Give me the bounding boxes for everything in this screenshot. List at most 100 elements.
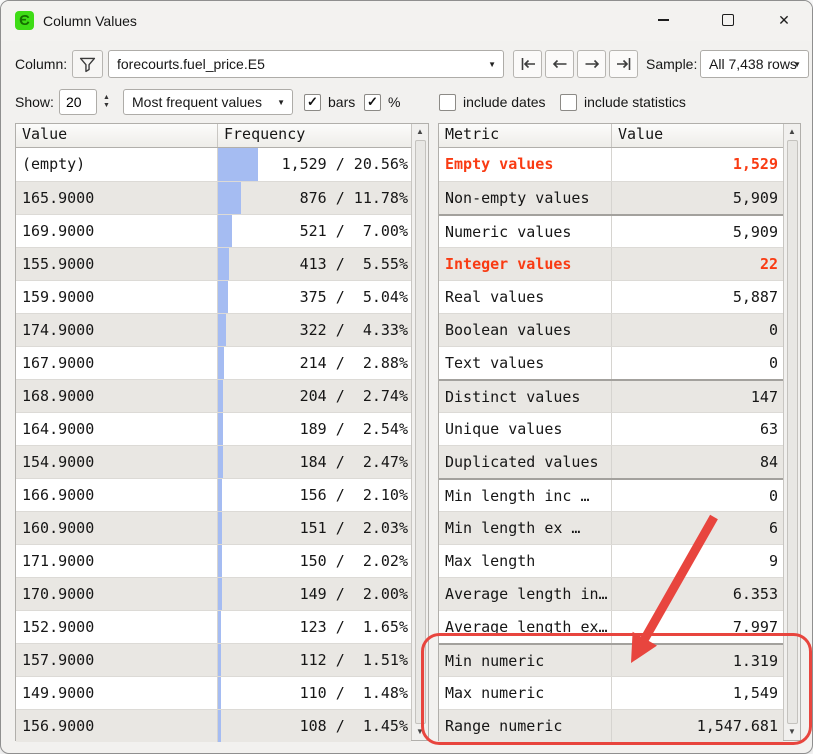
frequency-bar xyxy=(218,710,221,742)
chevron-down-icon: ▼ xyxy=(793,60,801,69)
stats-row[interactable]: Min length inc …0 xyxy=(439,478,783,511)
frequency-bar xyxy=(218,413,223,445)
stats-row[interactable]: Distinct values147 xyxy=(439,379,783,412)
values-scrollbar[interactable]: ▲ ▼ xyxy=(411,124,428,740)
metric-value-column-header[interactable]: Value xyxy=(612,124,663,147)
column-values-dialog: Є Column Values ✕ Column: forecourts.fue… xyxy=(0,0,813,754)
previous-column-button[interactable] xyxy=(545,50,574,78)
value-cell: 156.9000 xyxy=(16,710,218,742)
value-cell: 166.9000 xyxy=(16,479,218,511)
stats-row[interactable]: Max numeric1,549 xyxy=(439,676,783,709)
checkbox-box[interactable] xyxy=(439,94,456,111)
stats-row[interactable]: Min numeric1.319 xyxy=(439,643,783,676)
table-row[interactable]: 157.9000 112 / 1.51% xyxy=(16,643,411,676)
stats-row[interactable]: Numeric values5,909 xyxy=(439,214,783,247)
first-column-button[interactable] xyxy=(513,50,542,78)
stepper-down-icon[interactable]: ▼ xyxy=(100,102,113,110)
stats-row[interactable]: Empty values1,529 xyxy=(439,148,783,181)
checkbox-%[interactable]: ✓% xyxy=(364,88,400,116)
table-row[interactable]: 149.9000 110 / 1.48% xyxy=(16,676,411,709)
metric-cell: Duplicated values xyxy=(439,446,612,478)
column-select[interactable]: forecourts.fuel_price.E5 ▼ xyxy=(108,50,504,78)
show-count-input[interactable] xyxy=(59,89,97,115)
checkbox-box[interactable] xyxy=(560,94,577,111)
metric-cell: Real values xyxy=(439,281,612,313)
value-cell: 165.9000 xyxy=(16,182,218,214)
table-row[interactable]: 169.9000 521 / 7.00% xyxy=(16,214,411,247)
scroll-up-icon[interactable]: ▲ xyxy=(788,127,796,137)
stats-row[interactable]: Real values5,887 xyxy=(439,280,783,313)
value-cell: 152.9000 xyxy=(16,611,218,643)
value-column-header[interactable]: Value xyxy=(16,124,218,147)
stats-row[interactable]: Min length ex …6 xyxy=(439,511,783,544)
frequency-column-header[interactable]: Frequency xyxy=(218,124,305,147)
stats-row[interactable]: Unique values63 xyxy=(439,412,783,445)
table-row[interactable]: 159.9000 375 / 5.04% xyxy=(16,280,411,313)
frequency-bar xyxy=(218,578,222,610)
frequency-bar xyxy=(218,182,241,214)
frequency-cell: 413 / 5.55% xyxy=(218,248,411,280)
app-logo-icon: Є xyxy=(15,11,34,30)
checkbox-box[interactable]: ✓ xyxy=(364,94,381,111)
stats-row[interactable]: Text values0 xyxy=(439,346,783,379)
table-row[interactable]: 166.9000 156 / 2.10% xyxy=(16,478,411,511)
stats-row[interactable]: Non-empty values5,909 xyxy=(439,181,783,214)
scroll-down-icon[interactable]: ▼ xyxy=(788,727,796,737)
table-row[interactable]: 164.9000 189 / 2.54% xyxy=(16,412,411,445)
frequency-text: 184 / 2.47% xyxy=(282,453,408,471)
stats-row[interactable]: Boolean values0 xyxy=(439,313,783,346)
metric-value-cell: 0 xyxy=(612,347,783,379)
mode-select[interactable]: Most frequent values ▼ xyxy=(123,89,293,115)
frequency-text: 156 / 2.10% xyxy=(282,486,408,504)
table-row[interactable]: 170.9000 149 / 2.00% xyxy=(16,577,411,610)
table-row[interactable]: 154.9000 184 / 2.47% xyxy=(16,445,411,478)
value-cell: 174.9000 xyxy=(16,314,218,346)
minimize-icon xyxy=(658,19,669,20)
scrollbar-thumb[interactable] xyxy=(787,140,798,724)
stats-row[interactable]: Duplicated values84 xyxy=(439,445,783,478)
table-row[interactable]: 171.9000 150 / 2.02% xyxy=(16,544,411,577)
table-row[interactable]: 152.9000 123 / 1.65% xyxy=(16,610,411,643)
table-row[interactable]: 155.9000 413 / 5.55% xyxy=(16,247,411,280)
stats-row[interactable]: Integer values22 xyxy=(439,247,783,280)
stats-row[interactable]: Average length in…6.353 xyxy=(439,577,783,610)
last-arrow-icon xyxy=(614,56,634,72)
stepper-up-icon[interactable]: ▲ xyxy=(100,94,113,102)
stats-row[interactable]: Range numeric1,547.681 xyxy=(439,709,783,742)
scrollbar-thumb[interactable] xyxy=(415,140,426,724)
last-column-button[interactable] xyxy=(609,50,638,78)
frequency-bar xyxy=(218,215,232,247)
frequency-cell: 1,529 / 20.56% xyxy=(218,148,411,181)
title-bar[interactable]: Є Column Values ✕ xyxy=(1,1,812,41)
scroll-up-icon[interactable]: ▲ xyxy=(416,127,424,137)
metric-value-cell: 0 xyxy=(612,314,783,346)
metric-value-cell: 1,547.681 xyxy=(612,710,783,742)
table-row[interactable]: 160.9000 151 / 2.03% xyxy=(16,511,411,544)
metric-cell: Unique values xyxy=(439,413,612,445)
checkbox-box[interactable]: ✓ xyxy=(304,94,321,111)
sample-select[interactable]: All 7,438 rows ▼ xyxy=(700,50,809,78)
metric-value-cell: 1,549 xyxy=(612,677,783,709)
table-row[interactable]: 167.9000 214 / 2.88% xyxy=(16,346,411,379)
stats-row[interactable]: Max length9 xyxy=(439,544,783,577)
frequency-bar xyxy=(218,446,223,478)
frequency-bar xyxy=(218,314,226,346)
table-row[interactable]: (empty)1,529 / 20.56% xyxy=(16,148,411,181)
checkbox-include-statistics[interactable]: include statistics xyxy=(560,88,686,116)
minimize-button[interactable] xyxy=(640,1,686,39)
stats-row[interactable]: Average length ex…7.997 xyxy=(439,610,783,643)
table-row[interactable]: 165.9000 876 / 11.78% xyxy=(16,181,411,214)
maximize-button[interactable] xyxy=(705,1,751,39)
close-button[interactable]: ✕ xyxy=(761,1,807,39)
metric-value-cell: 147 xyxy=(612,381,783,412)
scroll-down-icon[interactable]: ▼ xyxy=(416,727,424,737)
table-row[interactable]: 174.9000 322 / 4.33% xyxy=(16,313,411,346)
metric-column-header[interactable]: Metric xyxy=(439,124,612,147)
table-row[interactable]: 156.9000 108 / 1.45% xyxy=(16,709,411,742)
stats-scrollbar[interactable]: ▲ ▼ xyxy=(783,124,800,740)
next-column-button[interactable] xyxy=(577,50,606,78)
checkbox-include-dates[interactable]: include dates xyxy=(439,88,546,116)
checkbox-bars[interactable]: ✓bars xyxy=(304,88,355,116)
table-row[interactable]: 168.9000 204 / 2.74% xyxy=(16,379,411,412)
filter-button[interactable] xyxy=(72,50,103,78)
